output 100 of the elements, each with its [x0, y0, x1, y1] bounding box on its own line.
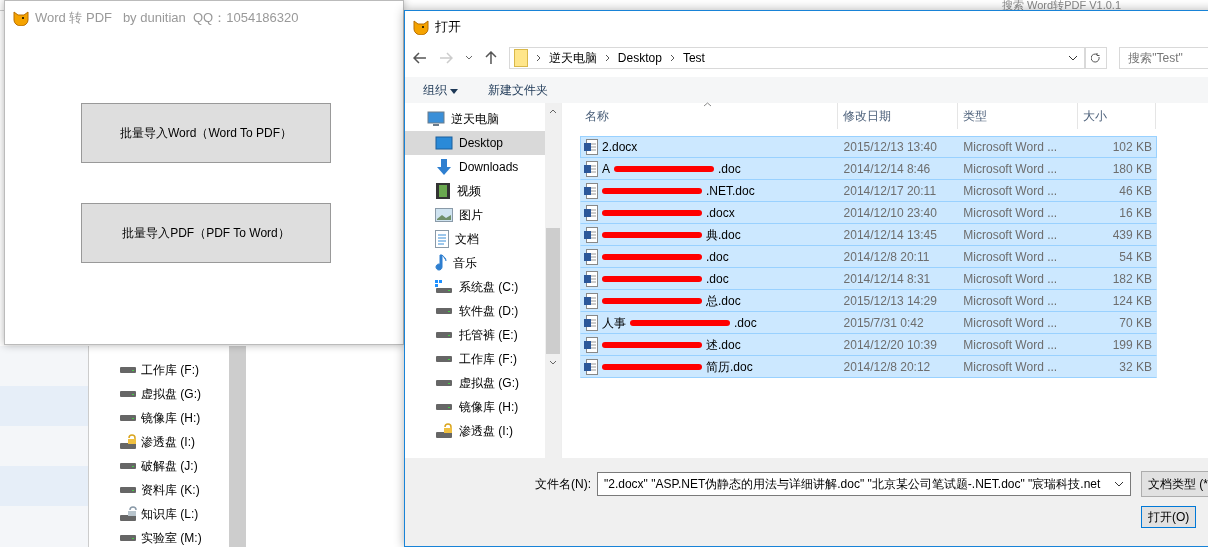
column-header[interactable]: 类型 [958, 103, 1078, 129]
cat-icon [413, 19, 429, 35]
chevron-right-icon [604, 54, 610, 62]
size-cell-text: 54 KB [1118, 250, 1153, 264]
size-cell-text: 180 KB [1111, 162, 1153, 176]
date-cell-text: 2014/12/14 13:45 [842, 228, 938, 242]
nav-item[interactable]: 视频 [405, 179, 545, 203]
file-row[interactable]: 人事 .doc 2015/7/31 0:42 Microsoft Word ... 70 KB [580, 312, 1157, 334]
drive-item[interactable]: 知识库 (L:) [99, 502, 229, 526]
nav-item[interactable]: 系统盘 (C:) [405, 275, 545, 299]
size-cell-text: 102 KB [1111, 140, 1153, 154]
scroll-up-icon[interactable] [549, 109, 557, 114]
file-row[interactable]: 述.doc 2014/12/20 10:39 Microsoft Word ... 199 KB [580, 334, 1157, 356]
nav-item[interactable]: Desktop [405, 131, 545, 155]
type-cell-text: Microsoft Word ... [962, 140, 1059, 154]
size-cell-text: 199 KB [1111, 338, 1153, 352]
locked-drive-icon [119, 434, 137, 450]
size-cell-text: 124 KB [1111, 294, 1153, 308]
drive-item[interactable]: 实验室 (M:) [99, 526, 229, 547]
word-document-icon [584, 249, 598, 265]
file-name-field[interactable]: "2.docx" "ASP.NET伪静态的用法与详细讲解.doc" "北京某公司笔试题-.NET.doc" "宸瑞科技.net [597, 472, 1131, 496]
organize-menu[interactable]: 组织 [423, 81, 459, 99]
date-cell-text: 2015/12/13 14:29 [842, 294, 938, 308]
word-document-icon [584, 139, 598, 155]
file-row[interactable]: 典.doc 2014/12/14 13:45 Microsoft Word ... 439 KB [580, 224, 1157, 246]
nav-item[interactable]: 软件盘 (D:) [405, 299, 545, 323]
breadcrumb-item[interactable]: Test [682, 51, 705, 65]
new-folder-button[interactable]: 新建文件夹 [488, 81, 549, 99]
column-header[interactable]: 名称 [580, 103, 838, 129]
nav-item[interactable]: 图片 [405, 203, 545, 227]
search-field[interactable]: 搜索 Word转PDF V1.0.1 [996, 0, 1198, 10]
drive-icon [435, 355, 453, 363]
column-header[interactable]: 大小 [1078, 103, 1156, 129]
type-cell-text: Microsoft Word ... [962, 294, 1059, 308]
nav-item[interactable]: 渗透盘 (I:) [405, 419, 545, 443]
file-row[interactable]: .NET.doc 2014/12/17 20:11 Microsoft Word ... 46 KB [580, 180, 1157, 202]
date-cell-text: 2015/12/13 13:40 [842, 140, 938, 154]
system-drive-icon [435, 280, 453, 294]
date-cell-text: 2015/7/31 0:42 [842, 316, 925, 330]
search-field[interactable]: 搜索"Test" [1119, 47, 1208, 69]
drive-item[interactable]: 虚拟盘 (G:) [99, 382, 229, 406]
nav-item[interactable]: 镜像库 (H:) [405, 395, 545, 419]
drive-item[interactable]: 工作库 (F:) [99, 358, 229, 382]
nav-item[interactable]: 文档 [405, 227, 545, 251]
film-icon [435, 182, 451, 200]
nav-item[interactable]: 托管裤 (E:) [405, 323, 545, 347]
file-row[interactable]: A .doc 2014/12/14 8:46 Microsoft Word ... 180 KB [580, 158, 1157, 180]
breadcrumb-item[interactable]: 逆天电脑 [548, 49, 597, 67]
file-name-label: 文件名(N): [535, 475, 591, 493]
file-row[interactable]: 总.doc 2015/12/13 14:29 Microsoft Word ... 124 KB [580, 290, 1157, 312]
file-name: .doc [718, 162, 741, 176]
drive-item[interactable]: 镜像库 (H:) [99, 406, 229, 430]
nav-item[interactable]: Downloads [405, 155, 545, 179]
locked-drive-icon [435, 423, 453, 439]
word-document-icon [584, 293, 598, 309]
drive-icon [119, 390, 137, 398]
word-document-icon [584, 271, 598, 287]
type-cell-text: Microsoft Word ... [962, 206, 1059, 220]
chevron-down-icon[interactable] [464, 55, 473, 61]
scroll-down-icon[interactable] [549, 360, 557, 365]
file-row[interactable]: 2.docx 2015/12/13 13:40 Microsoft Word ... 102 KB [580, 136, 1157, 158]
type-cell-text: Microsoft Word ... [962, 272, 1059, 286]
drive-item[interactable]: 破解盘 (J:) [99, 454, 229, 478]
refresh-button[interactable] [1085, 47, 1108, 69]
column-header[interactable]: 修改日期 [838, 103, 958, 129]
file-row[interactable]: .docx 2014/12/10 23:40 Microsoft Word ... 16 KB [580, 202, 1157, 224]
date-cell-text: 2014/12/14 8:31 [842, 272, 932, 286]
chevron-down-icon[interactable] [1068, 55, 1079, 61]
nav-item[interactable]: 工作库 (F:) [405, 347, 545, 371]
word-document-icon [584, 161, 598, 177]
sort-caret-icon [703, 102, 712, 107]
scrollbar[interactable] [229, 346, 246, 547]
back-arrow-icon[interactable] [413, 52, 427, 64]
file-row[interactable]: .doc 2014/12/14 8:31 Microsoft Word ... 182 KB [580, 268, 1157, 290]
file-name: A [602, 162, 610, 176]
file-row[interactable]: .doc 2014/12/8 20:11 Microsoft Word ... 54 KB [580, 246, 1157, 268]
file-type-dropdown[interactable]: 文档类型 (* [1141, 471, 1208, 497]
file-row[interactable]: 简历.doc 2014/12/8 20:12 Microsoft Word ... 32 KB [580, 356, 1157, 378]
picture-icon [435, 208, 453, 222]
import-button[interactable]: 批量导入PDF（PDF To Word） [81, 203, 331, 263]
word-document-icon [584, 359, 598, 375]
size-cell-text: 46 KB [1118, 184, 1153, 198]
nav-item[interactable]: 逆天电脑 [405, 107, 545, 131]
nav-item[interactable]: 虚拟盘 (G:) [405, 371, 545, 395]
address-bar[interactable]: 逆天电脑 Desktop Test [508, 47, 1086, 69]
window-title: Word 转 PDF by dunitian QQ：1054186320 [35, 9, 299, 27]
nav-item[interactable]: 音乐 [405, 251, 545, 275]
file-name: .doc [734, 316, 757, 330]
chevron-down-icon [1114, 481, 1124, 487]
breadcrumb-item[interactable]: Desktop [617, 51, 662, 65]
date-cell-text: 2014/12/10 23:40 [842, 206, 938, 220]
open-button[interactable]: 打开(O) [1141, 506, 1197, 528]
import-button[interactable]: 批量导入Word（Word To PDF） [81, 103, 331, 163]
computer-icon [427, 111, 445, 127]
scrollbar[interactable] [545, 103, 561, 458]
size-cell-text: 32 KB [1118, 360, 1153, 374]
drive-item[interactable]: 资料库 (K:) [99, 478, 229, 502]
file-name: 人事 [602, 314, 626, 332]
up-arrow-icon[interactable] [484, 51, 497, 65]
drive-item[interactable]: 渗透盘 (I:) [99, 430, 229, 454]
